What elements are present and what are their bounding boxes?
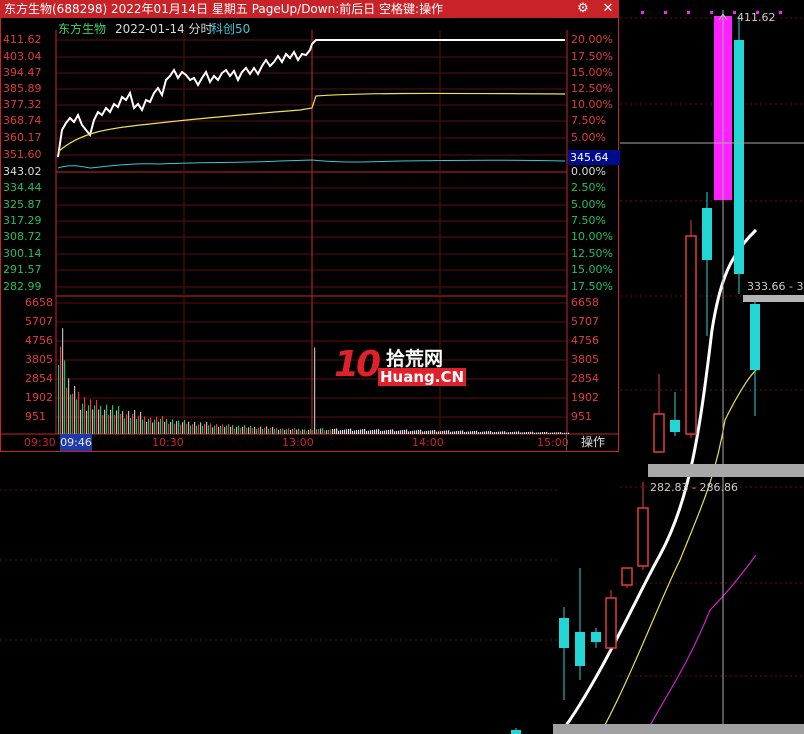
candle-8 [670,392,680,436]
watermark-number: 10 [334,344,381,385]
time-selected[interactable]: 09:46 [60,434,92,451]
percent-label-9: 2.50% [571,181,606,194]
volume-label-rgt-4: 2854 [571,372,599,385]
percent-label-13: 12.50% [571,247,613,260]
volume-label-lft-3: 3805 [25,353,53,366]
intraday-chart [0,30,619,435]
watermark-cn: 拾荒网 [386,348,444,370]
price-label-8: 343.02 [3,165,42,178]
volume-label-lft-6: 951 [25,410,46,423]
price-label-12: 308.72 [3,230,42,243]
ma-magenta-line [644,554,757,734]
percent-label-2: 15.00% [571,66,613,79]
price-label-0: 411.62 [3,33,42,46]
percent-label-10: 5.00% [571,198,606,211]
time-1030: 10:30 [152,436,184,449]
percent-label-12: 10.00% [571,230,613,243]
price-label-9: 334.44 [3,181,42,194]
time-start: 09:30 [24,436,56,449]
support-bar [648,464,804,477]
percent-label-4: 10.00% [571,98,613,111]
time-1400: 14:00 [412,436,444,449]
candle-12 [734,16,744,294]
bottom-bar [553,724,804,734]
current-price-marker: 345.64 [568,150,620,165]
operate-button[interactable]: 操作 [566,434,619,451]
volume-label-rgt-6: 951 [571,410,592,423]
candle-3 [591,628,601,648]
watermark-logo: 10 拾荒网 Huang.CN [334,342,469,392]
volume-label-rgt-2: 4756 [571,334,599,347]
candle-7 [653,374,665,453]
candle-1 [559,607,569,700]
price-label-15: 282.99 [3,280,42,293]
candle-6 [637,482,649,570]
candle-4 [605,590,617,649]
volume-label-rgt-3: 3805 [571,353,599,366]
volume-label-rgt-1: 5707 [571,315,599,328]
price-label-2: 394.47 [3,66,42,79]
percent-label-8: 0.00% [571,165,606,178]
time-1300: 13:00 [282,436,314,449]
candle-5 [621,567,633,588]
kline-high-label: 411.62 [737,11,776,24]
price-label-10: 325.87 [3,198,42,211]
kline-low-label: 282.83 - 286.86 [650,481,738,494]
percent-label-15: 17.50% [571,280,613,293]
candle-2 [575,568,585,680]
resistance-bar [743,295,804,302]
percent-label-5: 7.50% [571,114,606,127]
percent-label-6: 5.00% [571,131,606,144]
percent-label-3: 12.50% [571,82,613,95]
price-label-1: 403.04 [3,50,42,63]
volume-label-lft-2: 4756 [25,334,53,347]
price-label-4: 377.32 [3,98,42,111]
kline-mid-label: 333.66 - 3 [747,280,804,293]
time-1500: 15:00 [537,436,569,449]
price-label-3: 385.89 [3,82,42,95]
price-label-13: 300.14 [3,247,42,260]
volume-label-lft-4: 2854 [25,372,53,385]
volume-label-lft-5: 1902 [25,391,53,404]
candle-9 [685,220,697,438]
candle-10 [702,192,712,336]
percent-label-0: 20.00% [571,33,613,46]
watermark-en: Huang.CN [378,368,467,386]
price-label-6: 360.17 [3,131,42,144]
candle-0 [511,728,521,734]
candle-13 [750,296,760,416]
percent-label-1: 17.50% [571,50,613,63]
price-label-5: 368.74 [3,114,42,127]
intraday-grid [0,30,619,435]
volume-label-rgt-0: 6658 [571,296,599,309]
volume-bars [58,328,570,434]
price-label-14: 291.57 [3,263,42,276]
percent-label-14: 15.00% [571,263,613,276]
percent-label-11: 7.50% [571,214,606,227]
volume-label-rgt-5: 1902 [571,391,599,404]
volume-label-lft-1: 5707 [25,315,53,328]
price-label-7: 351.60 [3,148,42,161]
price-label-11: 317.29 [3,214,42,227]
volume-label-lft-0: 6658 [25,296,53,309]
